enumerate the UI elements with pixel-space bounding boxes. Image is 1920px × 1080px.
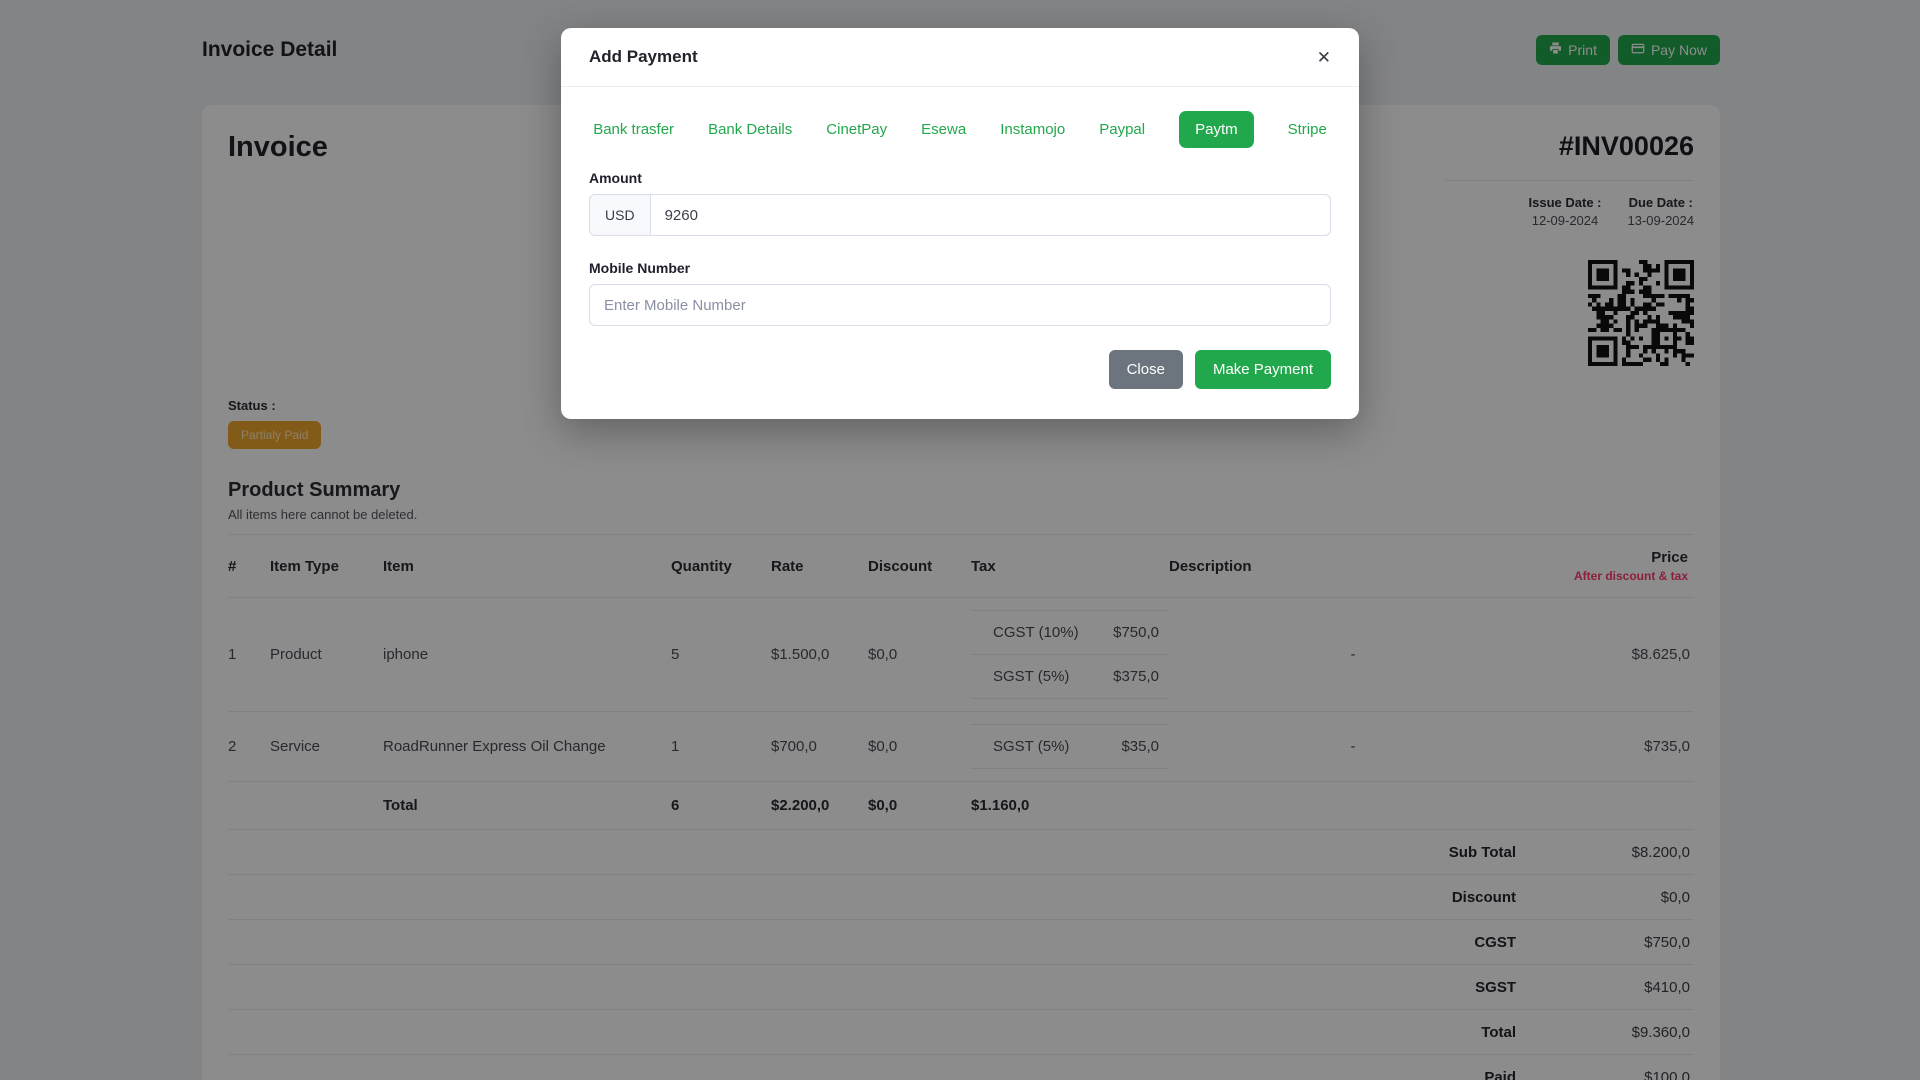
tab-paypal[interactable]: Paypal [1099, 121, 1145, 138]
tab-bank-trasfer[interactable]: Bank trasfer [593, 121, 674, 138]
modal-close-icon[interactable]: ✕ [1317, 49, 1331, 66]
modal-header: Add Payment ✕ [561, 28, 1359, 87]
amount-label: Amount [589, 170, 1331, 186]
tab-stripe[interactable]: Stripe [1288, 121, 1327, 138]
modal-footer: Close Make Payment [561, 326, 1359, 419]
tab-paytm[interactable]: Paytm [1179, 111, 1254, 148]
amount-input[interactable] [651, 194, 1331, 236]
make-payment-button[interactable]: Make Payment [1195, 350, 1331, 389]
currency-prefix: USD [589, 194, 651, 236]
tab-cinetpay[interactable]: CinetPay [826, 121, 887, 138]
amount-input-group: USD [589, 194, 1331, 236]
tab-instamojo[interactable]: Instamojo [1000, 121, 1065, 138]
modal-body: Bank trasfer Bank Details CinetPay Esewa… [561, 87, 1359, 326]
payment-method-tabs: Bank trasfer Bank Details CinetPay Esewa… [589, 111, 1331, 148]
close-button[interactable]: Close [1109, 350, 1183, 389]
modal-title: Add Payment [589, 47, 698, 67]
mobile-number-input[interactable] [589, 284, 1331, 326]
add-payment-modal: Add Payment ✕ Bank trasfer Bank Details … [561, 28, 1359, 419]
tab-bank-details[interactable]: Bank Details [708, 121, 792, 138]
mobile-number-label: Mobile Number [589, 260, 1331, 276]
tab-esewa[interactable]: Esewa [921, 121, 966, 138]
